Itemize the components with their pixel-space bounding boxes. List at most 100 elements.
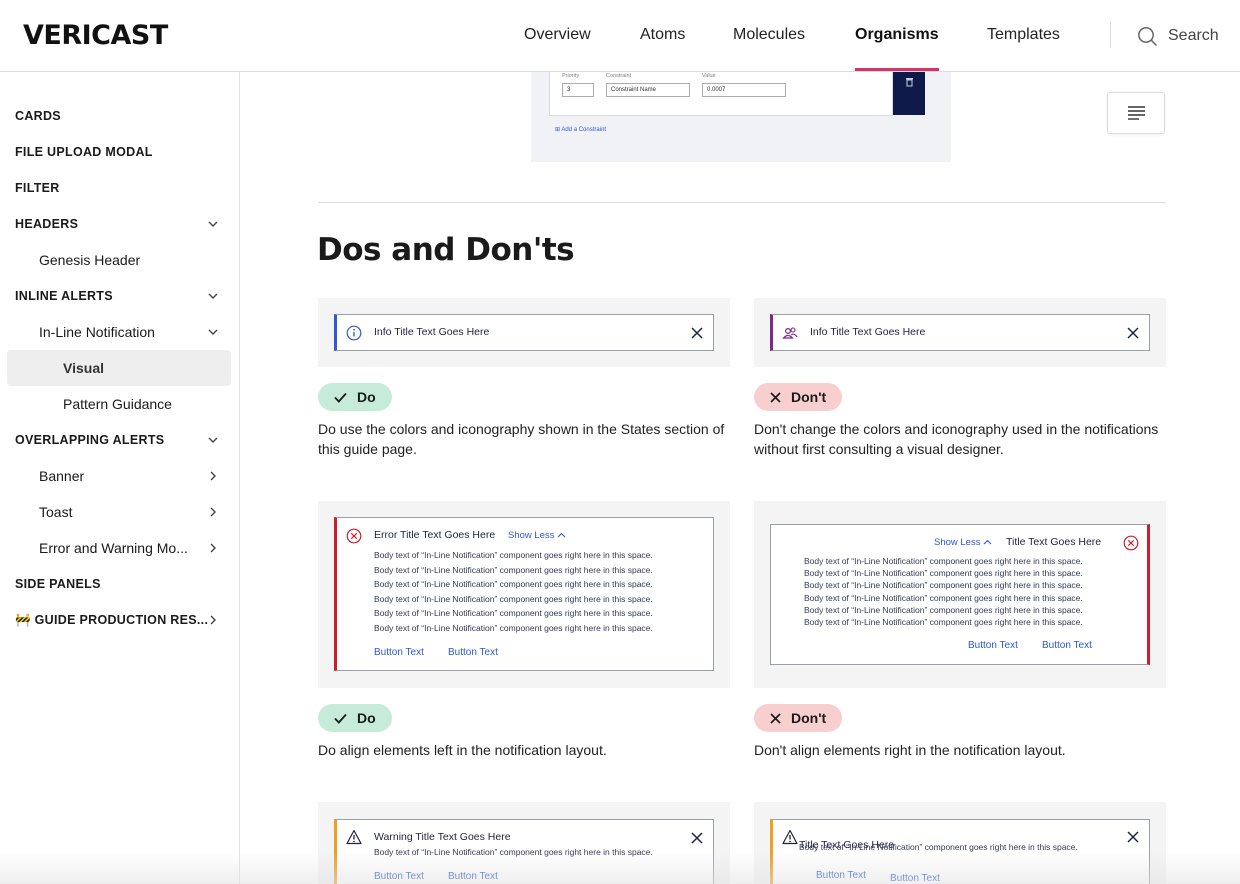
menu-lines-icon <box>1128 106 1145 120</box>
warning-icon <box>346 829 362 845</box>
constraint-card: Priority Constraint Value 3 Constraint N… <box>549 72 893 116</box>
body-line: Body text of “In-Line Notification” comp… <box>374 579 653 590</box>
sidebar-item-label: INLINE ALERTS <box>15 289 113 303</box>
body-line: Body text of “In-Line Notification” comp… <box>804 604 1083 615</box>
notification-button-2: Button Text <box>448 647 498 658</box>
nav-divider <box>1110 22 1111 48</box>
sidebar-item-label: 🚧 GUIDE PRODUCTION RES... <box>15 612 209 627</box>
notification-title: Warning Title Text Goes Here <box>374 831 511 843</box>
chevron-down-icon <box>208 437 218 443</box>
close-icon <box>1127 327 1139 339</box>
chevron-up-icon <box>557 532 566 538</box>
nav-templates[interactable]: Templates <box>987 26 1060 44</box>
body-line: Body text of “In-Line Notification” comp… <box>804 617 1083 628</box>
notification-title: Title Text Goes Here <box>1006 536 1102 548</box>
sidebar-item-toast[interactable]: Toast <box>7 494 231 530</box>
sidebar-item-guide-production-res[interactable]: 🚧 GUIDE PRODUCTION RES... <box>7 602 231 638</box>
sidebar-item-label: In-Line Notification <box>39 324 155 340</box>
body-line: Body text of “In-Line Notification” comp… <box>374 608 653 619</box>
sidebar-item-label: Visual <box>63 360 104 376</box>
dont-badge-label: Don't <box>791 389 827 405</box>
sidebar-item-label: SIDE PANELS <box>15 577 101 591</box>
main-content: Priority Constraint Value 3 Constraint N… <box>240 72 1240 884</box>
sidebar-item-label: FILE UPLOAD MODAL <box>15 145 153 159</box>
x-icon <box>770 712 781 724</box>
show-less-label: Show Less <box>934 537 981 548</box>
nav-atoms[interactable]: Atoms <box>640 26 685 44</box>
dont-example-panel: Show Less Title Text Goes Here Body text… <box>754 501 1166 688</box>
body-line: Body text of “In-Line Notification” comp… <box>374 550 653 560</box>
do-badge-label: Do <box>357 389 376 405</box>
sidebar-item-label: Banner <box>39 468 85 484</box>
sidebar-item-label: HEADERS <box>15 217 79 231</box>
chevron-right-icon <box>210 615 216 625</box>
dont-badge: Don't <box>754 383 843 411</box>
do-badge: Do <box>318 383 392 411</box>
sidebar-item-pattern-guidance[interactable]: Pattern Guidance <box>7 386 231 422</box>
sidebar-item-file-upload-modal[interactable]: FILE UPLOAD MODAL <box>7 134 231 170</box>
error-notification-left: Error Title Text Goes Here Show Less Bod… <box>334 517 714 671</box>
chevron-down-icon <box>208 329 218 335</box>
top-bar: VERICAST Overview Atoms Molecules Organi… <box>0 0 1240 72</box>
dont-description: Don't change the colors and iconography … <box>754 421 1159 457</box>
notification-button-1: Button Text <box>968 640 1018 651</box>
custom-notification: Info Title Text Goes Here <box>770 314 1150 351</box>
sidebar-item-banner[interactable]: Banner <box>7 458 231 494</box>
sidebar-item-label: Toast <box>39 504 73 520</box>
notification-body: Body text of “In-Line Notification” comp… <box>374 548 653 636</box>
warning-icon <box>782 829 798 845</box>
chevron-down-icon <box>208 221 218 227</box>
body-line: Body text of “In-Line Notification” comp… <box>804 580 1083 591</box>
dont-example-panel: Info Title Text Goes Here <box>754 298 1166 367</box>
sidebar-item-label: FILTER <box>15 181 60 195</box>
do-description: Do use the colors and iconography shown … <box>318 421 725 457</box>
sidebar-item-cards[interactable]: CARDS <box>7 98 231 134</box>
do-example-panel: Error Title Text Goes Here Show Less Bod… <box>318 501 730 688</box>
sidebar-item-genesis-header[interactable]: Genesis Header <box>7 242 231 278</box>
sidebar-item-error-and-warning-mo[interactable]: Error and Warning Mo... <box>7 530 231 566</box>
sidebar-item-in-line-notification[interactable]: In-Line Notification <box>7 314 231 350</box>
sidebar-item-headers[interactable]: HEADERS <box>7 206 231 242</box>
close-icon <box>1127 831 1139 843</box>
do-description: Do align elements left in the notificati… <box>318 742 607 758</box>
chevron-right-icon <box>210 471 216 481</box>
dont-badge: Don't <box>754 704 843 732</box>
table-of-contents-button[interactable] <box>1107 92 1165 134</box>
priority-select: 3 <box>562 83 594 97</box>
sidebar-item-label: Genesis Header <box>39 252 141 268</box>
error-notification-right: Show Less Title Text Goes Here Body text… <box>770 524 1150 665</box>
notification-title: Error Title Text Goes Here <box>374 529 496 541</box>
do-badge: Do <box>318 704 392 732</box>
sidebar-item-overlapping-alerts[interactable]: OVERLAPPING ALERTS <box>7 422 231 458</box>
search-label: Search <box>1168 27 1219 44</box>
notification-title: Info Title Text Goes Here <box>810 326 926 338</box>
chevron-right-icon <box>210 543 216 553</box>
x-icon <box>770 391 781 403</box>
notification-body: Body text of “In-Line Notification” comp… <box>804 555 1083 628</box>
sidebar-item-filter[interactable]: FILTER <box>7 170 231 206</box>
bottom-shadow <box>0 852 1240 884</box>
constraint-label: Constraint <box>606 73 632 79</box>
priority-value: 3 <box>567 87 571 93</box>
info-icon <box>346 325 362 341</box>
nav-molecules[interactable]: Molecules <box>733 26 805 44</box>
chevron-up-icon <box>983 539 992 545</box>
search-button[interactable]: Search <box>1137 24 1219 48</box>
sidebar-item-side-panels[interactable]: SIDE PANELS <box>7 566 231 602</box>
sidebar-item-label: Pattern Guidance <box>63 396 172 412</box>
error-circle-icon <box>1123 535 1139 551</box>
info-notification: Info Title Text Goes Here <box>334 314 714 351</box>
sidebar-item-label: CARDS <box>15 109 61 123</box>
add-constraint-label: Add a Constraint <box>561 127 607 133</box>
people-icon <box>782 327 798 339</box>
sidebar-item-inline-alerts[interactable]: INLINE ALERTS <box>7 278 231 314</box>
sidebar-item-visual[interactable]: Visual <box>7 350 231 386</box>
chevron-down-icon <box>208 293 218 299</box>
notification-title: Info Title Text Goes Here <box>374 326 490 338</box>
value-value: 0.0007 <box>707 87 726 93</box>
body-line: Body text of “In-Line Notification” comp… <box>804 592 1083 603</box>
add-constraint-link: ⊞ Add a Constraint <box>555 127 607 133</box>
nav-organisms[interactable]: Organisms <box>855 26 939 44</box>
nav-overview[interactable]: Overview <box>524 26 591 44</box>
logo[interactable]: VERICAST <box>23 20 168 51</box>
